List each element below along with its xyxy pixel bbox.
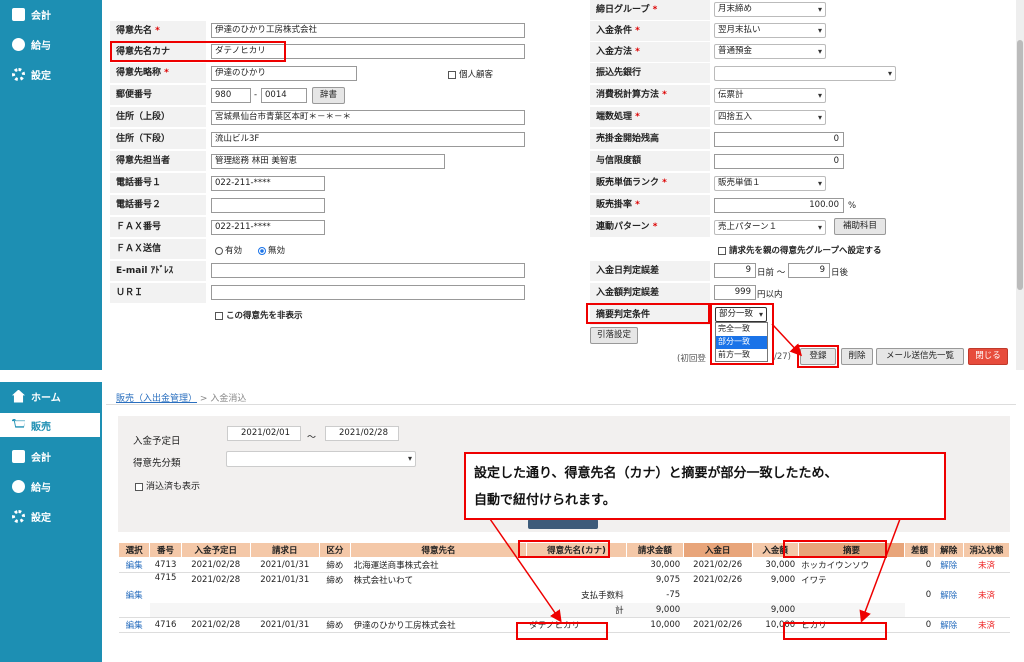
arrow-to-kana (489, 518, 562, 623)
arrow-to-register (771, 323, 803, 357)
callout-arrows (489, 323, 901, 623)
arrow-to-memo (859, 518, 901, 623)
